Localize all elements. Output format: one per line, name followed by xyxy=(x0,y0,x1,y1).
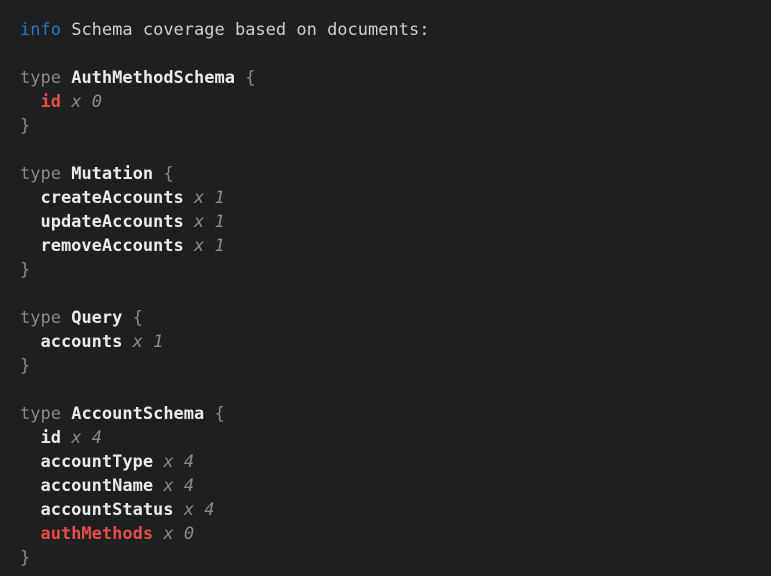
field-name: accountName xyxy=(40,476,153,496)
close-brace: } xyxy=(20,116,30,136)
field-count: 1 xyxy=(215,212,225,232)
close-brace-line: } xyxy=(20,546,761,570)
times-symbol: x xyxy=(194,236,204,256)
field-name: removeAccounts xyxy=(40,236,183,256)
field-count: 4 xyxy=(184,452,194,472)
close-brace: } xyxy=(20,356,30,376)
times-symbol: x xyxy=(163,524,173,544)
field-count: 1 xyxy=(153,332,163,352)
times-symbol: x xyxy=(71,92,81,112)
field-row: createAccounts x 1 xyxy=(20,186,761,210)
type-declaration: type AccountSchema { xyxy=(20,402,761,426)
times-symbol: x xyxy=(163,476,173,496)
field-count: 0 xyxy=(184,524,194,544)
field-count: 4 xyxy=(92,428,102,448)
type-keyword: type xyxy=(20,404,61,424)
type-keyword: type xyxy=(20,164,61,184)
type-declaration: type AuthMethodSchema { xyxy=(20,66,761,90)
field-row: accounts x 1 xyxy=(20,330,761,354)
field-count: 1 xyxy=(215,188,225,208)
field-row: id x 0 xyxy=(20,90,761,114)
field-count: 4 xyxy=(184,476,194,496)
open-brace: { xyxy=(163,164,173,184)
open-brace: { xyxy=(245,68,255,88)
field-name: id xyxy=(40,428,60,448)
times-symbol: x xyxy=(133,332,143,352)
open-brace: { xyxy=(133,308,143,328)
type-declaration: type Query { xyxy=(20,306,761,330)
field-name: authMethods xyxy=(40,524,153,544)
field-row: authMethods x 0 xyxy=(20,522,761,546)
type-declaration: type Mutation { xyxy=(20,162,761,186)
field-name: accountStatus xyxy=(40,500,173,520)
field-name: accounts xyxy=(40,332,122,352)
field-name: createAccounts xyxy=(40,188,183,208)
type-keyword: type xyxy=(20,308,61,328)
field-row: removeAccounts x 1 xyxy=(20,234,761,258)
field-row: accountStatus x 4 xyxy=(20,498,761,522)
close-brace-line: } xyxy=(20,258,761,282)
terminal-output[interactable]: info Schema coverage based on documents:… xyxy=(0,0,771,576)
field-name: accountType xyxy=(40,452,153,472)
blank-line xyxy=(20,138,761,162)
field-row: accountType x 4 xyxy=(20,450,761,474)
type-name: AuthMethodSchema xyxy=(71,68,235,88)
field-row: updateAccounts x 1 xyxy=(20,210,761,234)
field-row: accountName x 4 xyxy=(20,474,761,498)
times-symbol: x xyxy=(184,500,194,520)
close-brace-line: } xyxy=(20,354,761,378)
info-tag: info xyxy=(20,20,61,40)
times-symbol: x xyxy=(163,452,173,472)
field-name: id xyxy=(40,92,60,112)
type-name: AccountSchema xyxy=(71,404,204,424)
type-name: Query xyxy=(71,308,122,328)
field-row: id x 4 xyxy=(20,426,761,450)
times-symbol: x xyxy=(71,428,81,448)
times-symbol: x xyxy=(194,188,204,208)
field-count: 0 xyxy=(92,92,102,112)
info-line: info Schema coverage based on documents: xyxy=(20,18,761,42)
close-brace: } xyxy=(20,548,30,568)
field-name: updateAccounts xyxy=(40,212,183,232)
type-name: Mutation xyxy=(71,164,153,184)
blank-line xyxy=(20,378,761,402)
close-brace: } xyxy=(20,260,30,280)
times-symbol: x xyxy=(194,212,204,232)
close-brace-line: } xyxy=(20,114,761,138)
open-brace: { xyxy=(215,404,225,424)
blank-line xyxy=(20,282,761,306)
type-keyword: type xyxy=(20,68,61,88)
blank-line xyxy=(20,42,761,66)
info-message: Schema coverage based on documents: xyxy=(71,20,429,40)
field-count: 1 xyxy=(215,236,225,256)
field-count: 4 xyxy=(204,500,214,520)
